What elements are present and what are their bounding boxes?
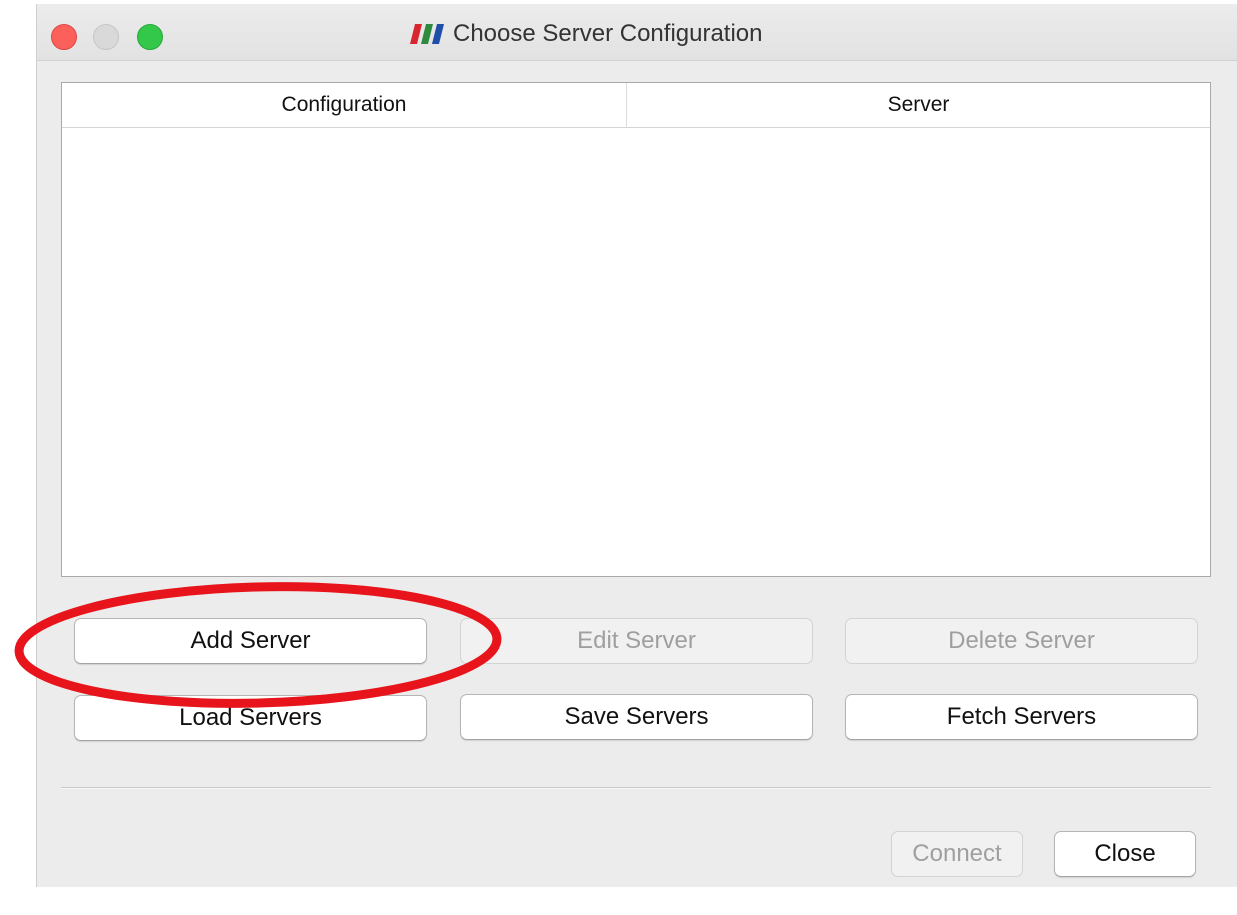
server-configuration-table[interactable]: Configuration Server (61, 82, 1211, 577)
window-title-group: Choose Server Configuration (409, 19, 763, 49)
server-config-dialog: Choose Server Configuration Configuratio… (36, 4, 1237, 887)
delete-server-button[interactable]: Delete Server (845, 618, 1198, 664)
add-server-button[interactable]: Add Server (74, 618, 427, 664)
connect-button[interactable]: Connect (891, 831, 1023, 877)
table-header: Configuration Server (62, 83, 1210, 128)
edit-server-button[interactable]: Edit Server (460, 618, 813, 664)
paraview-logo-icon (410, 24, 444, 44)
column-header-server[interactable]: Server (627, 83, 1210, 127)
close-button[interactable]: Close (1054, 831, 1196, 877)
close-window-icon[interactable] (51, 24, 77, 50)
load-servers-button[interactable]: Load Servers (74, 695, 427, 741)
separator-line (61, 787, 1211, 789)
window-title: Choose Server Configuration (453, 20, 763, 47)
table-body[interactable] (62, 128, 1210, 576)
fetch-servers-button[interactable]: Fetch Servers (845, 694, 1198, 740)
save-servers-button[interactable]: Save Servers (460, 694, 813, 740)
minimize-window-icon (93, 24, 119, 50)
column-header-configuration[interactable]: Configuration (62, 83, 627, 127)
title-bar[interactable]: Choose Server Configuration (37, 4, 1237, 61)
zoom-window-icon[interactable] (137, 24, 163, 50)
